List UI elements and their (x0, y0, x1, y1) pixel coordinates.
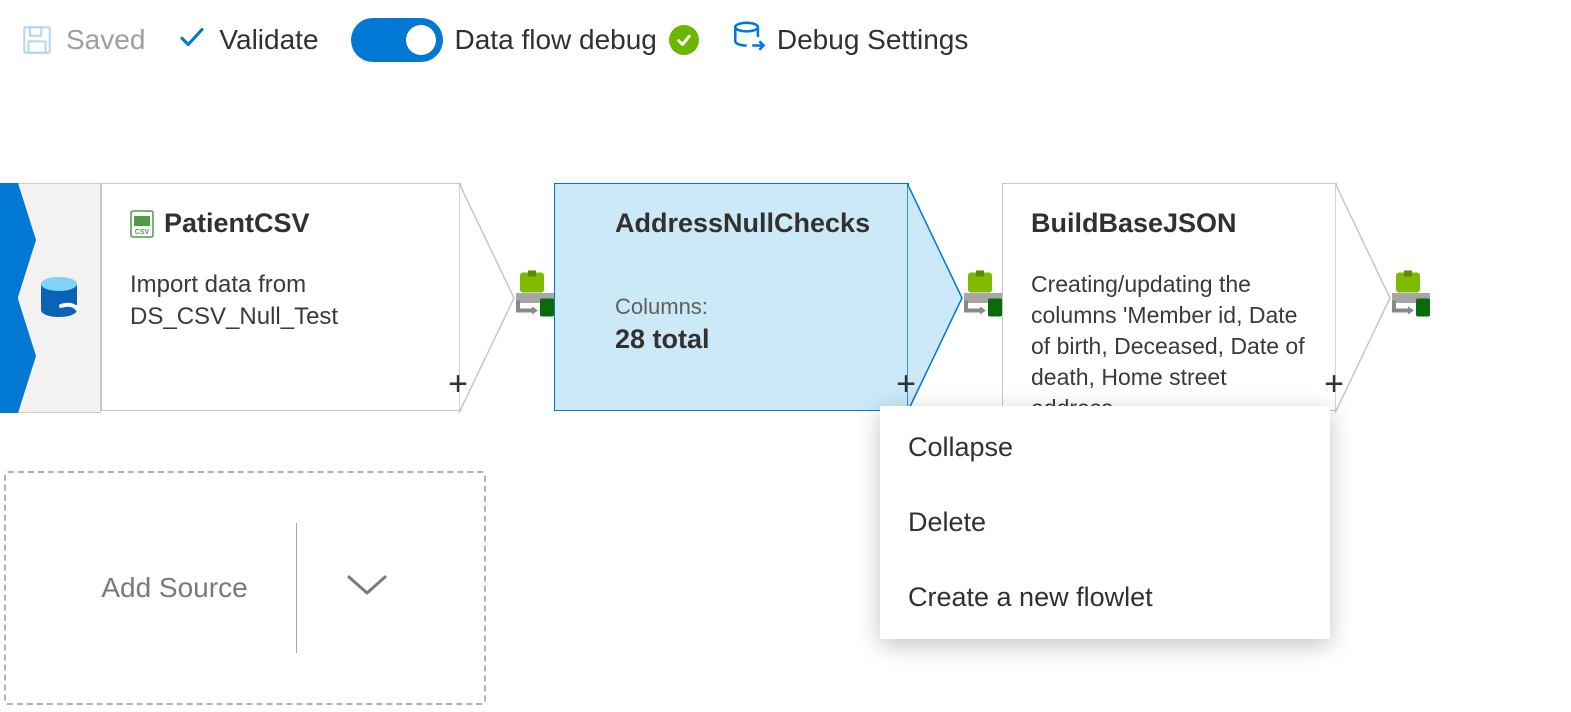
node-patientcsv[interactable]: CSV PatientCSV Import data from DS_CSV_N… (101, 183, 461, 411)
debug-toggle-group: Data flow debug (351, 18, 699, 62)
dataflow-canvas[interactable]: CSV PatientCSV Import data from DS_CSV_N… (0, 86, 1571, 686)
ctx-delete[interactable]: Delete (880, 485, 1330, 560)
debug-status-ok-icon (669, 25, 699, 55)
source-chevron (0, 183, 18, 413)
csv-file-icon: CSV (130, 210, 154, 238)
check-icon (177, 22, 207, 58)
ctx-new-flowlet[interactable]: Create a new flowlet (880, 560, 1330, 635)
node-patientcsv-title: PatientCSV (164, 208, 310, 239)
save-icon (20, 23, 54, 57)
toolbar: Saved Validate Data flow debug Debug Set… (0, 0, 1571, 86)
dataflow-stream: CSV PatientCSV Import data from DS_CSV_N… (0, 183, 1430, 413)
ctx-collapse[interactable]: Collapse (880, 410, 1330, 485)
node-buildbasejson-desc: Creating/updating the columns 'Member id… (1031, 269, 1306, 424)
derived-column-icon (1386, 271, 1436, 326)
node-addressnullchecks[interactable]: AddressNullChecks Columns: 28 total + (554, 183, 909, 411)
node-addressnullchecks-title: AddressNullChecks (615, 208, 870, 239)
debug-settings-label: Debug Settings (777, 24, 968, 56)
debug-label: Data flow debug (455, 24, 657, 56)
connector (1392, 183, 1430, 413)
add-after-patientcsv[interactable]: + (448, 365, 468, 404)
debug-toggle[interactable] (351, 18, 443, 62)
add-after-buildbasejson[interactable]: + (1324, 365, 1344, 404)
context-menu: Collapse Delete Create a new flowlet (880, 406, 1330, 639)
node-buildbasejson-title: BuildBaseJSON (1031, 208, 1237, 239)
connector (964, 183, 1002, 413)
derived-column-icon (510, 271, 560, 326)
chevron-down-icon[interactable] (345, 571, 389, 606)
add-source-label: Add Source (101, 572, 247, 604)
separator (296, 523, 297, 653)
datasource-icon (37, 274, 81, 322)
validate-label: Validate (219, 24, 318, 56)
svg-text:CSV: CSV (135, 229, 150, 236)
validate-button[interactable]: Validate (177, 22, 318, 58)
database-icon (731, 20, 765, 61)
derived-column-icon (958, 271, 1008, 326)
saved-label: Saved (66, 24, 145, 56)
add-after-addressnullchecks[interactable]: + (896, 365, 916, 404)
node-buildbasejson[interactable]: BuildBaseJSON Creating/updating the colu… (1002, 183, 1337, 411)
debug-settings-button[interactable]: Debug Settings (731, 20, 968, 61)
columns-value: 28 total (615, 324, 878, 355)
saved-status: Saved (20, 23, 145, 57)
connector (516, 183, 554, 413)
node-patientcsv-desc: Import data from DS_CSV_Null_Test (130, 269, 430, 334)
columns-label: Columns: (615, 294, 878, 320)
add-source-button[interactable]: Add Source (4, 471, 486, 705)
